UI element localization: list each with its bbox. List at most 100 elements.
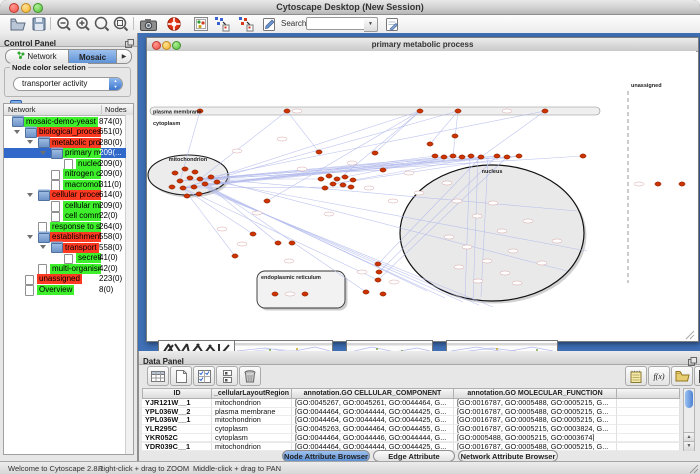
- node-label-stub[interactable]: [473, 279, 483, 283]
- expand-triangle-icon[interactable]: [27, 235, 33, 239]
- node-label-stub[interactable]: [357, 270, 367, 274]
- node-label-stub[interactable]: [472, 214, 482, 218]
- network-node[interactable]: [208, 175, 214, 179]
- table-cell[interactable]: YPL036W__1: [142, 416, 212, 425]
- table-cell[interactable]: YLR295C: [142, 425, 212, 434]
- tree-row[interactable]: cell communicat22(0): [4, 211, 126, 222]
- table-row[interactable]: YPL036W__2plasma membrane[GO:0044464, GO…: [142, 408, 680, 417]
- network-node[interactable]: [452, 134, 458, 138]
- table-cell[interactable]: cytoplasm: [212, 434, 292, 443]
- node-label-stub[interactable]: [237, 242, 247, 246]
- network-node[interactable]: [289, 241, 295, 245]
- node-label-stub[interactable]: [388, 199, 398, 203]
- network-node[interactable]: [191, 185, 197, 189]
- table-column-header[interactable]: [617, 388, 680, 399]
- node-label-stub[interactable]: [462, 245, 472, 249]
- attribute-checklist-icon[interactable]: [193, 366, 215, 386]
- network-node[interactable]: [187, 176, 193, 180]
- network-node[interactable]: [169, 185, 175, 189]
- expand-triangle-icon[interactable]: [40, 245, 46, 249]
- table-cell[interactable]: [GO:0045267, GO:0045261, GO:0044464, G..…: [292, 399, 454, 408]
- formula-builder-icon[interactable]: f(x): [648, 366, 670, 386]
- node-label-stub[interactable]: [454, 265, 464, 269]
- tab-overflow-arrow[interactable]: ▶: [117, 49, 132, 64]
- network-node[interactable]: [172, 171, 178, 175]
- tree-row[interactable]: mosaic-demo-yeast874(0): [4, 116, 126, 127]
- network-node[interactable]: [468, 154, 474, 158]
- network-node[interactable]: [232, 254, 238, 258]
- table-cell[interactable]: [617, 443, 680, 452]
- tree-row[interactable]: nitrogen compo209(0): [4, 169, 126, 180]
- node-label-stub[interactable]: [297, 167, 307, 171]
- table-column-header[interactable]: ID: [142, 388, 212, 399]
- scroll-down-icon[interactable]: ▼: [684, 441, 694, 451]
- node-label-stub[interactable]: [285, 292, 295, 296]
- edit-icon[interactable]: [260, 16, 278, 32]
- search-dropdown-arrow-icon[interactable]: ▼: [364, 17, 378, 32]
- node-label-stub[interactable]: [277, 137, 287, 141]
- inner-minimize-button[interactable]: [162, 41, 171, 50]
- network-node[interactable]: [417, 109, 423, 113]
- network-node[interactable]: [340, 183, 346, 187]
- inner-zoom-button[interactable]: [172, 41, 181, 50]
- network-canvas[interactable]: plasma membranecytoplasmmitochondrionnuc…: [147, 51, 696, 340]
- network-node[interactable]: [192, 170, 198, 174]
- node-label-stub[interactable]: [364, 186, 374, 190]
- node-label-stub[interactable]: [389, 280, 399, 284]
- table-cell[interactable]: [GO:0044464, GO:0044444, GO:0044425, G..…: [292, 408, 454, 417]
- new-attribute-icon[interactable]: [170, 366, 192, 386]
- table-scrollbar[interactable]: ▲ ▼: [683, 388, 695, 451]
- expand-triangle-icon[interactable]: [27, 140, 33, 144]
- node-label-stub[interactable]: [482, 259, 492, 263]
- node-label-stub[interactable]: [508, 249, 518, 253]
- network-node[interactable]: [363, 290, 369, 294]
- snapshot-icon[interactable]: [139, 16, 157, 32]
- table-cell[interactable]: mitochondrion: [212, 399, 292, 408]
- save-icon[interactable]: [30, 16, 48, 32]
- node-label-stub[interactable]: [404, 171, 414, 175]
- delete-attribute-icon[interactable]: [239, 366, 261, 386]
- network-node[interactable]: [182, 167, 188, 171]
- table-cell[interactable]: [GO:0044464, GO:0044446, GO:0044444, G..…: [292, 434, 454, 443]
- table-cell[interactable]: [617, 399, 680, 408]
- network-node[interactable]: [427, 142, 433, 146]
- import-attributes-icon[interactable]: [671, 366, 693, 386]
- table-cell[interactable]: YKR052C: [142, 434, 212, 443]
- network-node[interactable]: [264, 199, 270, 203]
- node-label-stub[interactable]: [324, 212, 334, 216]
- network-node[interactable]: [326, 174, 332, 178]
- notes-icon[interactable]: [625, 366, 647, 386]
- table-column-header[interactable]: _cellularLayoutRegion: [212, 388, 292, 399]
- network-node[interactable]: [459, 155, 465, 159]
- minimize-button[interactable]: [21, 3, 31, 13]
- table-cell[interactable]: [617, 425, 680, 434]
- float-panel-icon[interactable]: [125, 35, 134, 44]
- zoom-fit-icon[interactable]: [112, 16, 130, 32]
- network-node[interactable]: [302, 292, 308, 296]
- zoom-out-icon[interactable]: [55, 16, 73, 32]
- tree-row[interactable]: nucleobase-209(0): [4, 158, 126, 169]
- network-node[interactable]: [375, 262, 381, 266]
- network-window-titlebar[interactable]: primary metabolic process: [147, 38, 698, 52]
- network-node[interactable]: [441, 155, 447, 159]
- tab-network[interactable]: Network: [5, 49, 69, 64]
- network-node[interactable]: [380, 292, 386, 296]
- network-node[interactable]: [375, 278, 381, 282]
- network-node[interactable]: [334, 177, 340, 181]
- resize-grip[interactable]: [689, 464, 699, 474]
- table-row[interactable]: YKR052Ccytoplasm[GO:0044464, GO:0044446,…: [142, 434, 680, 443]
- tree-row[interactable]: metabolic process280(0): [4, 137, 126, 148]
- network-node[interactable]: [455, 109, 461, 113]
- table-cell[interactable]: [GO:0045263, GO:0044464, GO:0044455, G..…: [292, 425, 454, 434]
- table-row[interactable]: YPL036W__1mitochondrion[GO:0044464, GO:0…: [142, 416, 680, 425]
- table-cell[interactable]: [617, 408, 680, 417]
- node-label-stub[interactable]: [537, 261, 547, 265]
- network-node[interactable]: [202, 182, 208, 186]
- zoom-button[interactable]: [33, 3, 43, 13]
- table-cell[interactable]: [GO:0005488, GO:0005215, GO:0003674]: [454, 434, 617, 443]
- network-node[interactable]: [655, 182, 661, 186]
- network-node[interactable]: [580, 154, 586, 158]
- tree-row[interactable]: secretion41(0): [4, 253, 126, 264]
- network-node[interactable]: [372, 151, 378, 155]
- plasma-membrane-region[interactable]: [150, 107, 600, 115]
